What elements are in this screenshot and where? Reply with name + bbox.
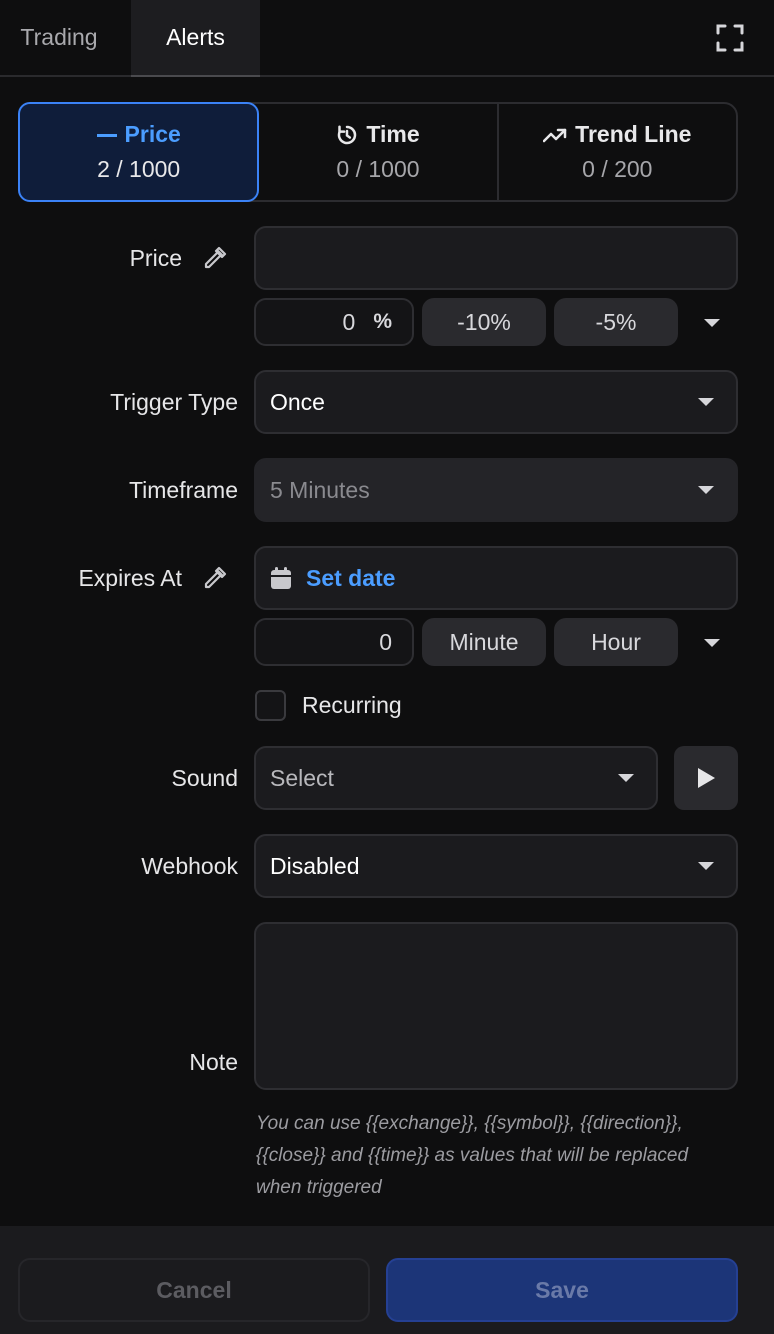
eyedropper-icon[interactable] — [202, 245, 230, 273]
note-label: Note — [189, 1049, 238, 1075]
expires-date-picker[interactable]: Set date — [254, 546, 738, 610]
play-sound-button[interactable] — [674, 746, 738, 810]
preset-minus-5-button[interactable]: -5% — [554, 298, 678, 346]
chevron-down-icon — [618, 774, 634, 782]
units-dropdown-icon[interactable] — [704, 639, 720, 647]
top-tab-bar: Trading Alerts — [0, 0, 774, 77]
timeframe-value: 5 Minutes — [270, 476, 370, 503]
set-date-link[interactable]: Set date — [306, 565, 395, 592]
preset-minus-10-button[interactable]: -10% — [422, 298, 546, 346]
alert-type-count: 0 / 200 — [582, 156, 653, 182]
expires-at-label: Expires At — [78, 565, 182, 591]
timeframe-label: Timeframe — [128, 477, 238, 503]
unit-minute-button[interactable]: Minute — [422, 618, 546, 666]
alert-type-selector: Price 2 / 1000 Time 0 / 1000 Trend Line … — [18, 102, 738, 202]
price-input[interactable] — [254, 226, 738, 290]
fullscreen-icon[interactable] — [714, 22, 746, 54]
offset-value: 0 — [379, 628, 392, 655]
alert-type-count: 0 / 1000 — [336, 156, 420, 182]
recurring-checkbox[interactable] — [255, 690, 286, 721]
alert-type-time[interactable]: Time 0 / 1000 — [259, 104, 496, 200]
webhook-value: Disabled — [270, 852, 360, 879]
presets-dropdown-icon[interactable] — [704, 319, 720, 327]
webhook-select[interactable]: Disabled — [254, 834, 738, 898]
price-label: Price — [129, 245, 182, 271]
webhook-label: Webhook — [141, 853, 238, 879]
trend-up-icon — [543, 128, 567, 142]
price-percent-input[interactable]: 0 % — [254, 298, 414, 346]
timer-icon — [338, 125, 357, 144]
percent-value: 0 — [342, 308, 356, 335]
percent-icon: % — [373, 310, 392, 333]
alert-type-label: Price — [124, 121, 181, 147]
cancel-button[interactable]: Cancel — [18, 1258, 370, 1322]
alert-type-price[interactable]: Price 2 / 1000 — [18, 102, 260, 202]
chevron-down-icon — [698, 862, 714, 870]
chevron-down-icon — [698, 486, 714, 494]
save-button[interactable]: Save — [386, 1258, 738, 1322]
note-hint: You can use {{exchange}}, {{symbol}}, {{… — [256, 1113, 689, 1198]
eyedropper-icon[interactable] — [202, 565, 230, 593]
alert-type-label: Trend Line — [575, 121, 692, 147]
expires-offset-input[interactable]: 0 — [254, 618, 414, 666]
unit-hour-button[interactable]: Hour — [554, 618, 678, 666]
note-textarea[interactable] — [254, 922, 738, 1090]
chevron-down-icon — [698, 398, 714, 406]
trigger-type-value: Once — [270, 388, 325, 415]
alert-type-label: Time — [366, 121, 420, 147]
tab-trading[interactable]: Trading — [0, 0, 118, 75]
sound-select[interactable]: Select — [254, 746, 658, 810]
timeframe-select[interactable]: 5 Minutes — [254, 458, 738, 522]
play-icon — [698, 768, 715, 788]
recurring-label: Recurring — [302, 692, 402, 718]
trigger-type-label: Trigger Type — [110, 389, 238, 415]
calendar-icon — [271, 567, 291, 589]
alert-type-trend-line[interactable]: Trend Line 0 / 200 — [496, 104, 736, 200]
footer: Cancel Save — [0, 1226, 774, 1334]
tab-alerts[interactable]: Alerts — [131, 0, 260, 77]
sound-label: Sound — [171, 765, 238, 791]
trigger-type-select[interactable]: Once — [254, 370, 738, 434]
sound-value: Select — [270, 764, 334, 791]
alert-type-count: 2 / 1000 — [97, 156, 181, 182]
dash-icon — [96, 133, 117, 137]
